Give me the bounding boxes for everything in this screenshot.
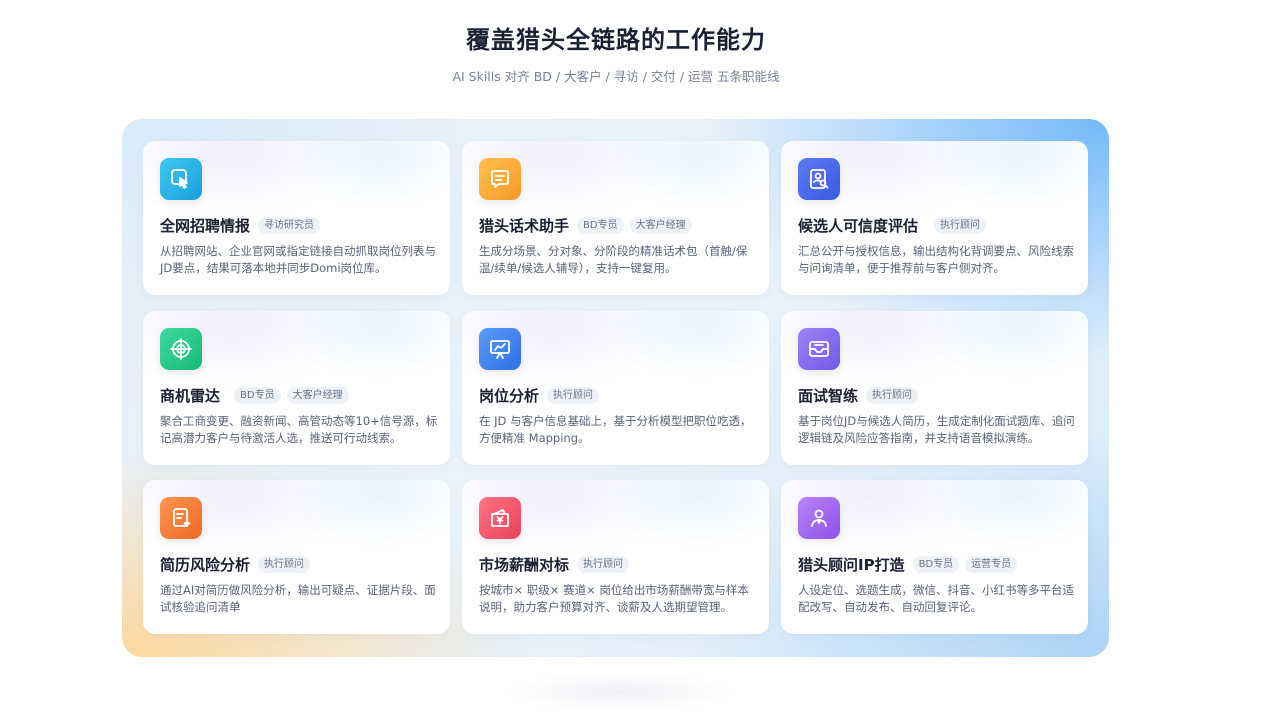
- skill-card-title: 猎头话术助手: [479, 217, 570, 235]
- document-sparkle-icon: [160, 497, 202, 539]
- footer-glow: [500, 672, 740, 712]
- skill-card-title: 猎头顾问IP打造: [798, 556, 905, 574]
- skill-card-business-radar[interactable]: 商机雷达 BD专员 大客户经理 聚合工商变更、融资新闻、高管动态等10+信号源，…: [143, 311, 450, 465]
- role-tag: 执行顾问: [934, 217, 987, 234]
- skill-card-resume-risk[interactable]: 简历风险分析 执行顾问 通过AI对简历做风险分析，输出可疑点、证据片段、面试核验…: [143, 480, 450, 634]
- role-tag: BD专员: [912, 556, 960, 573]
- skill-card-description: 汇总公开与授权信息，输出结构化背调要点、风险线索与问询清单，便于推荐前与客户侧对…: [798, 244, 1074, 275]
- skill-card-title: 简历风险分析: [160, 556, 251, 574]
- mail-tray-icon: [798, 328, 840, 370]
- page-subtitle: AI Skills 对齐 BD / 大客户 / 寻访 / 交付 / 运营 五条职…: [452, 69, 780, 84]
- role-tag: 执行顾问: [258, 556, 311, 573]
- skill-card-interview-practice[interactable]: 面试智练 执行顾问 基于岗位JD与候选人简历，生成定制化面试题库、追问逻辑链及风…: [781, 311, 1088, 465]
- role-tag: 运营专员: [965, 556, 1018, 573]
- skills-panel: 全网招聘情报 寻访研究员 从招聘网站、企业官网或指定链接自动抓取岗位列表与JD要…: [122, 119, 1109, 657]
- role-tag: 大客户经理: [629, 217, 692, 234]
- role-tag: BD专员: [577, 217, 624, 234]
- presentation-chart-icon: [479, 328, 521, 370]
- role-tag: 大客户经理: [286, 387, 349, 404]
- radar-target-icon: [160, 328, 202, 370]
- skill-card-title: 面试智练: [798, 387, 859, 405]
- skill-card-description: 人设定位、选题生成，微信、抖音、小红书等多平台适配改写、自动发布、自动回复评论。: [798, 583, 1074, 614]
- skill-card-position-analysis[interactable]: 岗位分析 执行顾问 在 JD 与客户信息基础上，基于分析模型把职位吃透，方便精准…: [462, 311, 769, 465]
- skill-card-description: 从招聘网站、企业官网或指定链接自动抓取岗位列表与JD要点，结果可落本地并同步Do…: [160, 244, 436, 275]
- skill-card-description: 基于岗位JD与候选人简历，生成定制化面试题库、追问逻辑链及风险应答指南，并支持语…: [798, 414, 1075, 445]
- role-tag: 执行顾问: [547, 387, 600, 404]
- skill-card-title: 商机雷达: [160, 387, 221, 405]
- skill-card-title: 全网招聘情报: [160, 217, 251, 235]
- skill-card-recruitment-intel[interactable]: 全网招聘情报 寻访研究员 从招聘网站、企业官网或指定链接自动抓取岗位列表与JD要…: [143, 141, 450, 295]
- skill-card-script-assistant[interactable]: 猎头话术助手 BD专员 大客户经理 生成分场景、分对象、分阶段的精准话术包（首触…: [462, 141, 769, 295]
- person-badge-icon: [798, 497, 840, 539]
- skill-card-salary-benchmark[interactable]: 市场薪酬对标 执行顾问 按城市× 职级× 赛道× 岗位给出市场薪酬带宽与样本说明…: [462, 480, 769, 634]
- skill-card-description: 通过AI对简历做风险分析，输出可疑点、证据片段、面试核验追问清单: [160, 583, 436, 614]
- profile-search-icon: [798, 158, 840, 200]
- role-tag: BD专员: [234, 387, 281, 404]
- skill-card-description: 生成分场景、分对象、分阶段的精准话术包（首触/保温/续单/候选人辅导），支持一键…: [479, 244, 748, 275]
- page-title: 覆盖猎头全链路的工作能力: [466, 26, 766, 54]
- role-tag: 执行顾问: [866, 387, 919, 404]
- skill-card-title: 候选人可信度评估: [798, 217, 919, 235]
- role-tag: 执行顾问: [577, 556, 630, 573]
- skill-card-consultant-ip[interactable]: 猎头顾问IP打造 BD专员 运营专员 人设定位、选题生成，微信、抖音、小红书等多…: [781, 480, 1088, 634]
- skill-card-title: 市场薪酬对标: [479, 556, 570, 574]
- touch-pointer-icon: [160, 158, 202, 200]
- skill-card-candidate-credibility[interactable]: 候选人可信度评估 执行顾问 汇总公开与授权信息，输出结构化背调要点、风险线索与问…: [781, 141, 1088, 295]
- skill-card-description: 按城市× 职级× 赛道× 岗位给出市场薪酬带宽与样本说明，助力客户预算对齐、谈薪…: [479, 583, 749, 614]
- skill-card-description: 聚合工商变更、融资新闻、高管动态等10+信号源，标记高潜力客户与待激活人选，推送…: [160, 414, 438, 445]
- role-tag: 寻访研究员: [258, 217, 321, 234]
- skill-card-title: 岗位分析: [479, 387, 540, 405]
- skill-card-description: 在 JD 与客户信息基础上，基于分析模型把职位吃透，方便精准 Mapping。: [479, 414, 752, 445]
- wallet-yuan-icon: [479, 497, 521, 539]
- chat-bubble-icon: [479, 158, 521, 200]
